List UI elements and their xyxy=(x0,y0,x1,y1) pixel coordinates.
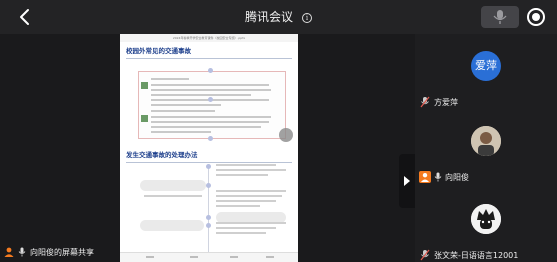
avatar: 爱萍 xyxy=(471,51,501,81)
muted-mic-icon xyxy=(420,96,430,108)
speaking-indicator-icon xyxy=(419,171,431,183)
back-button[interactable] xyxy=(15,7,35,27)
document-footer-toolbar xyxy=(120,252,298,262)
participant-tile[interactable]: 爱萍 方爱萍 xyxy=(415,34,557,110)
timeline-dot xyxy=(206,223,211,228)
section-title-accident-handling: 发生交通事故的处理办法 xyxy=(126,151,198,159)
section-divider xyxy=(126,58,292,59)
step-pill xyxy=(140,220,204,231)
floating-control-dot[interactable] xyxy=(279,128,293,142)
play-arrow-icon xyxy=(404,176,410,186)
screen-share-label: 向阳俊的屏幕共享 xyxy=(4,244,94,260)
info-icon[interactable]: i xyxy=(302,13,313,23)
timeline-dot xyxy=(206,215,211,220)
mute-button[interactable] xyxy=(481,6,519,28)
screen-share-owner: 向阳俊的屏幕共享 xyxy=(30,247,94,257)
section-divider xyxy=(126,162,292,163)
content-card xyxy=(138,71,286,139)
step-pill xyxy=(140,180,206,191)
timeline-dot xyxy=(206,164,211,169)
participant-tile[interactable]: 张文荣-日语语言12001 xyxy=(415,186,557,262)
mic-icon xyxy=(18,247,26,257)
avatar-photo-icon xyxy=(471,126,501,156)
avatar xyxy=(471,204,501,234)
user-icon xyxy=(4,247,14,257)
participant-panel: 爱萍 方爱萍 向阳俊 张文荣-日语语言12001 xyxy=(415,34,557,262)
chevron-left-icon xyxy=(20,9,29,25)
participant-name-row: 张文荣-日语语言12001 xyxy=(419,249,518,261)
record-button[interactable] xyxy=(525,6,547,28)
top-bar: 腾讯会议 i xyxy=(0,0,557,34)
participant-name: 方爱萍 xyxy=(434,97,458,107)
participant-name-row: 向阳俊 xyxy=(419,171,469,183)
timeline-dot xyxy=(208,136,213,141)
green-marker xyxy=(141,82,148,89)
timeline-dot xyxy=(206,183,211,188)
record-icon xyxy=(527,8,545,26)
avatar-cartoon-icon xyxy=(471,204,501,234)
shared-document: 2024年春季开学安全教育课件（校园安全专题）.pptx 校园外常见的交通事故 … xyxy=(120,34,298,262)
section-title-common-accidents: 校园外常见的交通事故 xyxy=(126,47,191,55)
document-file-title: 2024年春季开学安全教育课件（校园安全专题）.pptx xyxy=(120,34,298,42)
muted-mic-icon xyxy=(420,249,430,261)
collapse-panel-button[interactable] xyxy=(399,154,415,208)
timeline-dot xyxy=(208,97,213,102)
participant-name-row: 方爱萍 xyxy=(419,96,458,108)
green-marker xyxy=(141,115,148,122)
timeline-dot xyxy=(208,68,213,73)
participant-tile[interactable]: 向阳俊 xyxy=(415,110,557,186)
meeting-title: 腾讯会议 xyxy=(244,10,293,24)
participant-name: 张文荣-日语语言12001 xyxy=(434,250,519,260)
mic-icon xyxy=(493,10,507,24)
timeline-line xyxy=(208,166,209,256)
shared-screen-area[interactable]: 2024年春季开学安全教育课件（校园安全专题）.pptx 校园外常见的交通事故 … xyxy=(0,34,415,262)
mic-icon xyxy=(434,172,442,182)
participant-name: 向阳俊 xyxy=(445,172,469,182)
avatar xyxy=(471,126,501,156)
